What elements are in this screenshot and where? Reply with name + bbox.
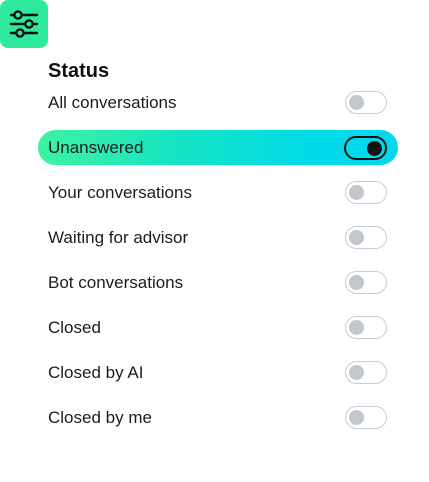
status-item-label: Closed (48, 317, 101, 337)
status-item-label: Closed by AI (48, 362, 144, 382)
toggle-knob (349, 95, 364, 110)
toggle-knob (349, 365, 364, 380)
sliders-icon (7, 7, 41, 41)
status-item[interactable]: Bot conversations (38, 265, 398, 300)
status-item-label: Bot conversations (48, 272, 184, 292)
status-item[interactable]: Unanswered (38, 130, 398, 165)
toggle-knob (349, 185, 364, 200)
status-item-label: Your conversations (48, 182, 192, 202)
status-item[interactable]: Closed by AI (38, 355, 398, 390)
filter-button[interactable] (0, 0, 48, 48)
status-item-label: Waiting for advisor (48, 227, 189, 247)
status-filter-panel: Status All conversations Unanswered Your c… (0, 0, 429, 482)
status-item[interactable]: Closed by me (38, 400, 398, 435)
status-item[interactable]: Closed (38, 310, 398, 345)
status-toggle[interactable] (345, 271, 387, 294)
toggle-knob (349, 410, 364, 425)
status-toggle[interactable] (345, 91, 387, 114)
status-item-label: Unanswered (48, 137, 144, 157)
status-toggle[interactable] (345, 181, 387, 204)
status-toggle[interactable] (344, 136, 387, 160)
status-item[interactable]: Waiting for advisor (38, 220, 398, 255)
status-item[interactable]: All conversations (38, 85, 398, 120)
toggle-knob (367, 140, 382, 156)
status-item-label: Closed by me (48, 407, 152, 427)
toggle-knob (349, 320, 364, 335)
status-item[interactable]: Your conversations (38, 175, 398, 210)
status-item-label: All conversations (48, 92, 177, 112)
toggle-knob (349, 230, 364, 245)
status-section-title: Status (48, 60, 110, 82)
status-list: All conversations Unanswered Your conversa… (38, 85, 398, 445)
status-toggle[interactable] (345, 361, 387, 384)
status-toggle[interactable] (345, 316, 387, 339)
status-toggle[interactable] (345, 406, 387, 429)
toggle-knob (349, 275, 364, 290)
status-toggle[interactable] (345, 226, 387, 249)
